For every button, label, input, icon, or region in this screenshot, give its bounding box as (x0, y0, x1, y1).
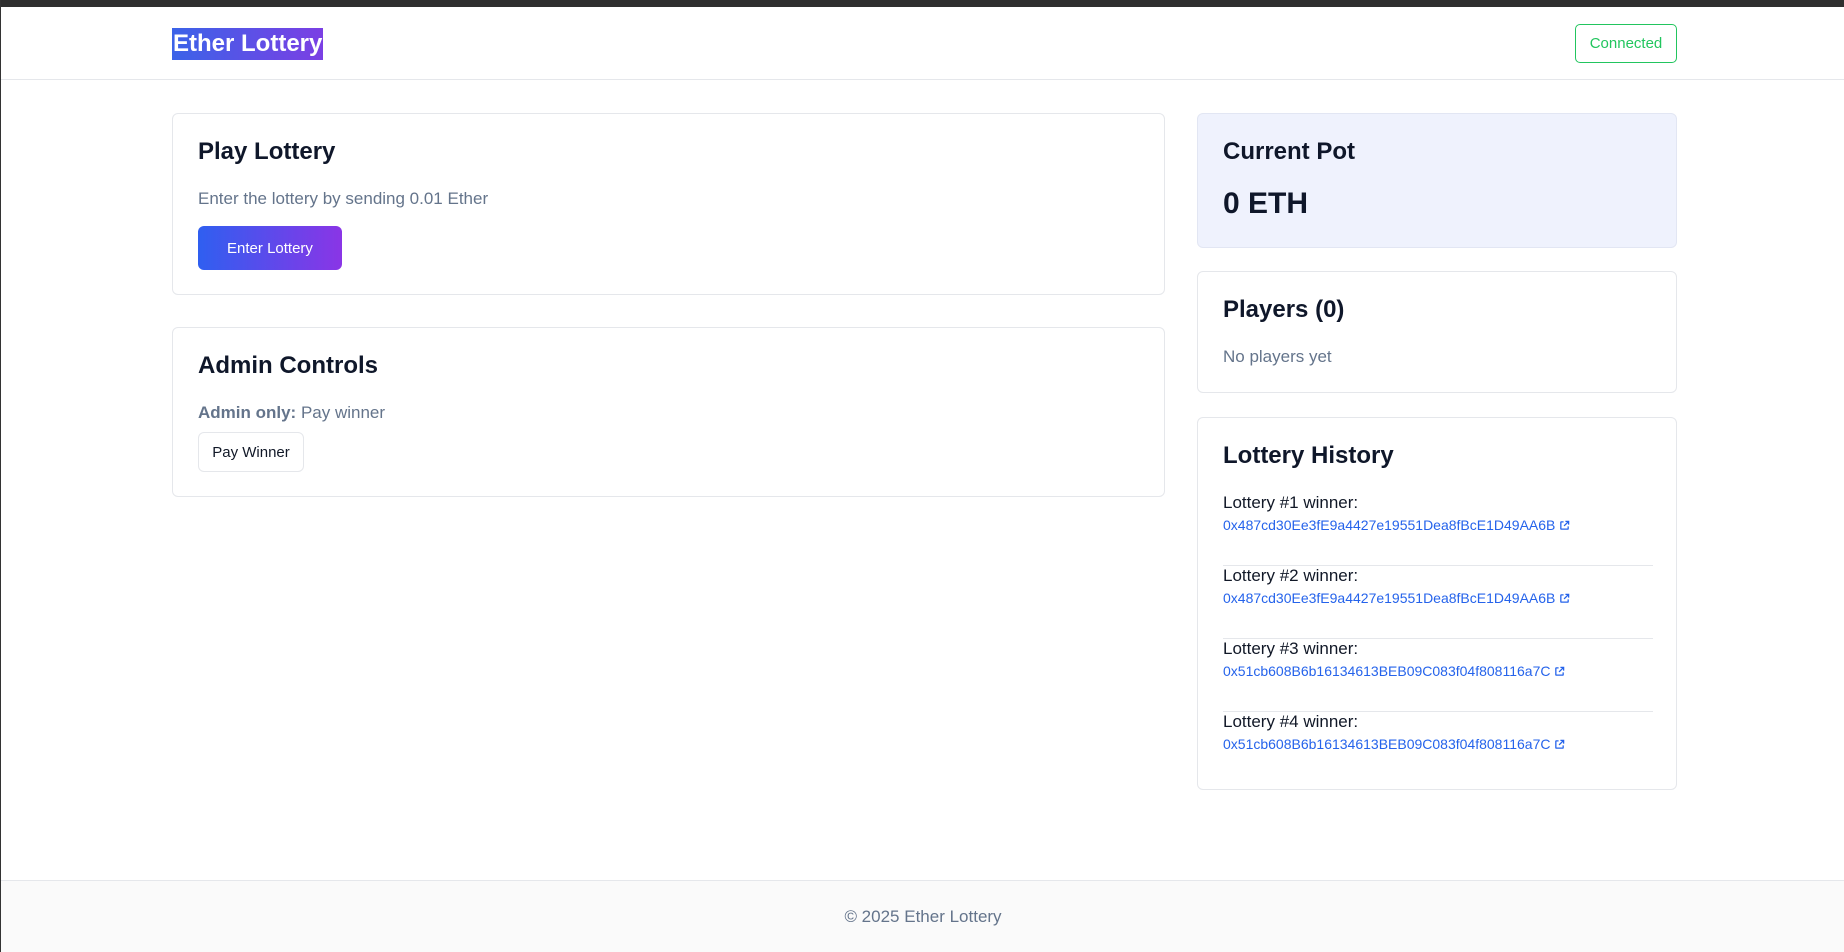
external-link-icon (1555, 739, 1565, 749)
winner-address: 0x51cb608B6b16134613BEB09C083f04f808116a… (1223, 663, 1551, 679)
pay-winner-button[interactable]: Pay Winner (198, 432, 304, 472)
external-link-icon (1560, 593, 1570, 603)
players-empty-text: No players yet (1223, 347, 1332, 366)
current-pot-title: Current Pot (1223, 138, 1355, 165)
history-item: Lottery #3 winner: 0x51cb608B6b16134613B… (1223, 639, 1653, 712)
lottery-history-card: Lottery History Lottery #1 winner: 0x487… (1197, 417, 1677, 790)
enter-lottery-button[interactable]: Enter Lottery (198, 226, 342, 270)
lottery-history-title: Lottery History (1223, 442, 1394, 469)
winner-address-link[interactable]: 0x487cd30Ee3fE9a4427e19551Dea8fBcE1D49AA… (1223, 517, 1570, 533)
winner-address: 0x487cd30Ee3fE9a4427e19551Dea8fBcE1D49AA… (1223, 590, 1556, 606)
history-item-label: Lottery #4 winner: (1223, 712, 1359, 731)
history-item: Lottery #4 winner: 0x51cb608B6b16134613B… (1223, 712, 1653, 785)
winner-address: 0x487cd30Ee3fE9a4427e19551Dea8fBcE1D49AA… (1223, 517, 1556, 533)
winner-address-link[interactable]: 0x487cd30Ee3fE9a4427e19551Dea8fBcE1D49AA… (1223, 590, 1570, 606)
play-lottery-card: Play Lottery Enter the lottery by sendin… (172, 113, 1165, 295)
winner-address: 0x51cb608B6b16134613BEB09C083f04f808116a… (1223, 736, 1551, 752)
current-pot-value: 0 ETH (1223, 187, 1309, 220)
players-card: Players (0) No players yet (1197, 271, 1677, 393)
current-pot-card: Current Pot 0 ETH (1197, 113, 1677, 248)
external-link-icon (1560, 520, 1570, 530)
history-item: Lottery #2 winner: 0x487cd30Ee3fE9a4427e… (1223, 566, 1653, 639)
history-item-label: Lottery #3 winner: (1223, 639, 1359, 658)
history-item-label: Lottery #2 winner: (1223, 566, 1359, 585)
window-top-bar (1, 0, 1844, 7)
play-lottery-description: Enter the lottery by sending 0.01 Ether (198, 189, 489, 208)
admin-note: Admin only: Pay winner (198, 403, 385, 423)
footer-copyright: © 2025 Ether Lottery (844, 907, 1002, 926)
history-item: Lottery #1 winner: 0x487cd30Ee3fE9a4427e… (1223, 493, 1653, 566)
admin-controls-title: Admin Controls (198, 352, 378, 379)
play-lottery-title: Play Lottery (198, 138, 336, 165)
connected-button[interactable]: Connected (1575, 24, 1677, 63)
history-item-label: Lottery #1 winner: (1223, 493, 1359, 512)
winner-address-link[interactable]: 0x51cb608B6b16134613BEB09C083f04f808116a… (1223, 663, 1565, 679)
winner-address-link[interactable]: 0x51cb608B6b16134613BEB09C083f04f808116a… (1223, 736, 1565, 752)
site-header: Ether Lottery Connected (1, 7, 1844, 80)
players-title: Players (0) (1223, 296, 1345, 323)
brand-logo[interactable]: Ether Lottery (172, 28, 324, 60)
admin-note-label: Admin only: (198, 403, 297, 422)
admin-note-text: Pay winner (296, 403, 386, 422)
admin-controls-card: Admin Controls Admin only: Pay winner Pa… (172, 327, 1165, 497)
site-footer: © 2025 Ether Lottery (1, 880, 1844, 952)
external-link-icon (1555, 666, 1565, 676)
